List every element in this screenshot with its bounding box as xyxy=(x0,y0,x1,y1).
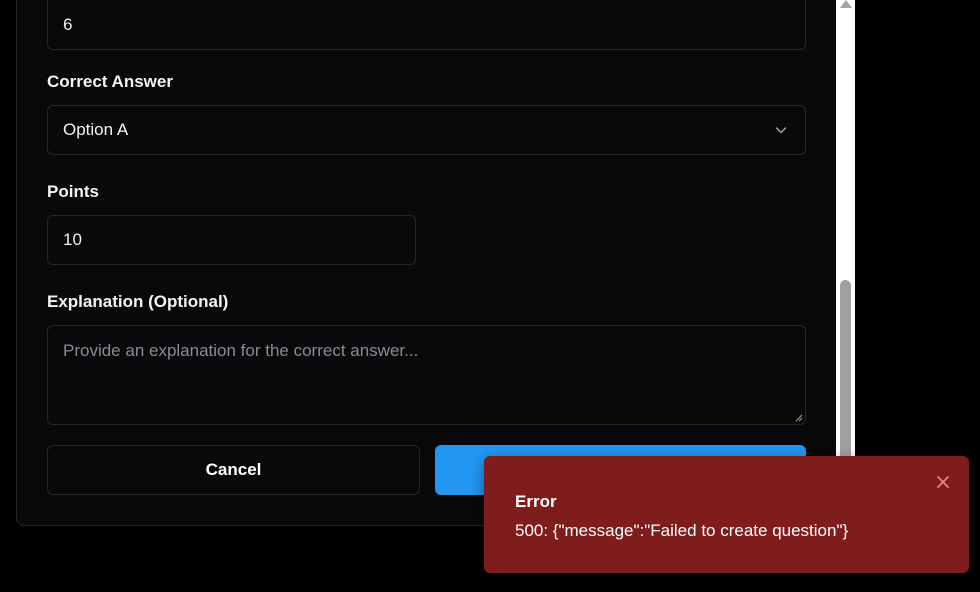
option-input[interactable]: 6 xyxy=(47,0,806,50)
chevron-down-icon xyxy=(775,127,787,134)
resize-handle-icon[interactable] xyxy=(795,414,803,422)
correct-answer-label: Correct Answer xyxy=(47,72,173,91)
cancel-button[interactable]: Cancel xyxy=(47,445,420,495)
option-input-value: 6 xyxy=(63,14,73,34)
scrollbar[interactable] xyxy=(836,0,855,456)
points-input[interactable]: 10 xyxy=(47,215,416,265)
toast-message: 500: {"message":"Failed to create questi… xyxy=(515,521,849,540)
correct-answer-select[interactable]: Option A xyxy=(47,105,806,155)
scrollbar-thumb[interactable] xyxy=(840,280,851,456)
close-icon[interactable] xyxy=(935,474,951,490)
error-toast: Error 500: {"message":"Failed to create … xyxy=(484,456,969,573)
page: 6 Correct Answer Option A Points 10 Expl… xyxy=(0,0,980,592)
explanation-placeholder: Provide an explanation for the correct a… xyxy=(63,341,419,360)
cancel-button-label: Cancel xyxy=(205,460,262,479)
explanation-textarea[interactable]: Provide an explanation for the correct a… xyxy=(47,325,806,425)
explanation-label: Explanation (Optional) xyxy=(47,292,229,311)
points-label: Points xyxy=(47,182,99,201)
correct-answer-selected: Option A xyxy=(63,120,129,139)
toast-title: Error xyxy=(515,492,557,511)
points-value: 10 xyxy=(63,230,82,249)
scroll-up-arrow-icon[interactable] xyxy=(840,0,852,8)
